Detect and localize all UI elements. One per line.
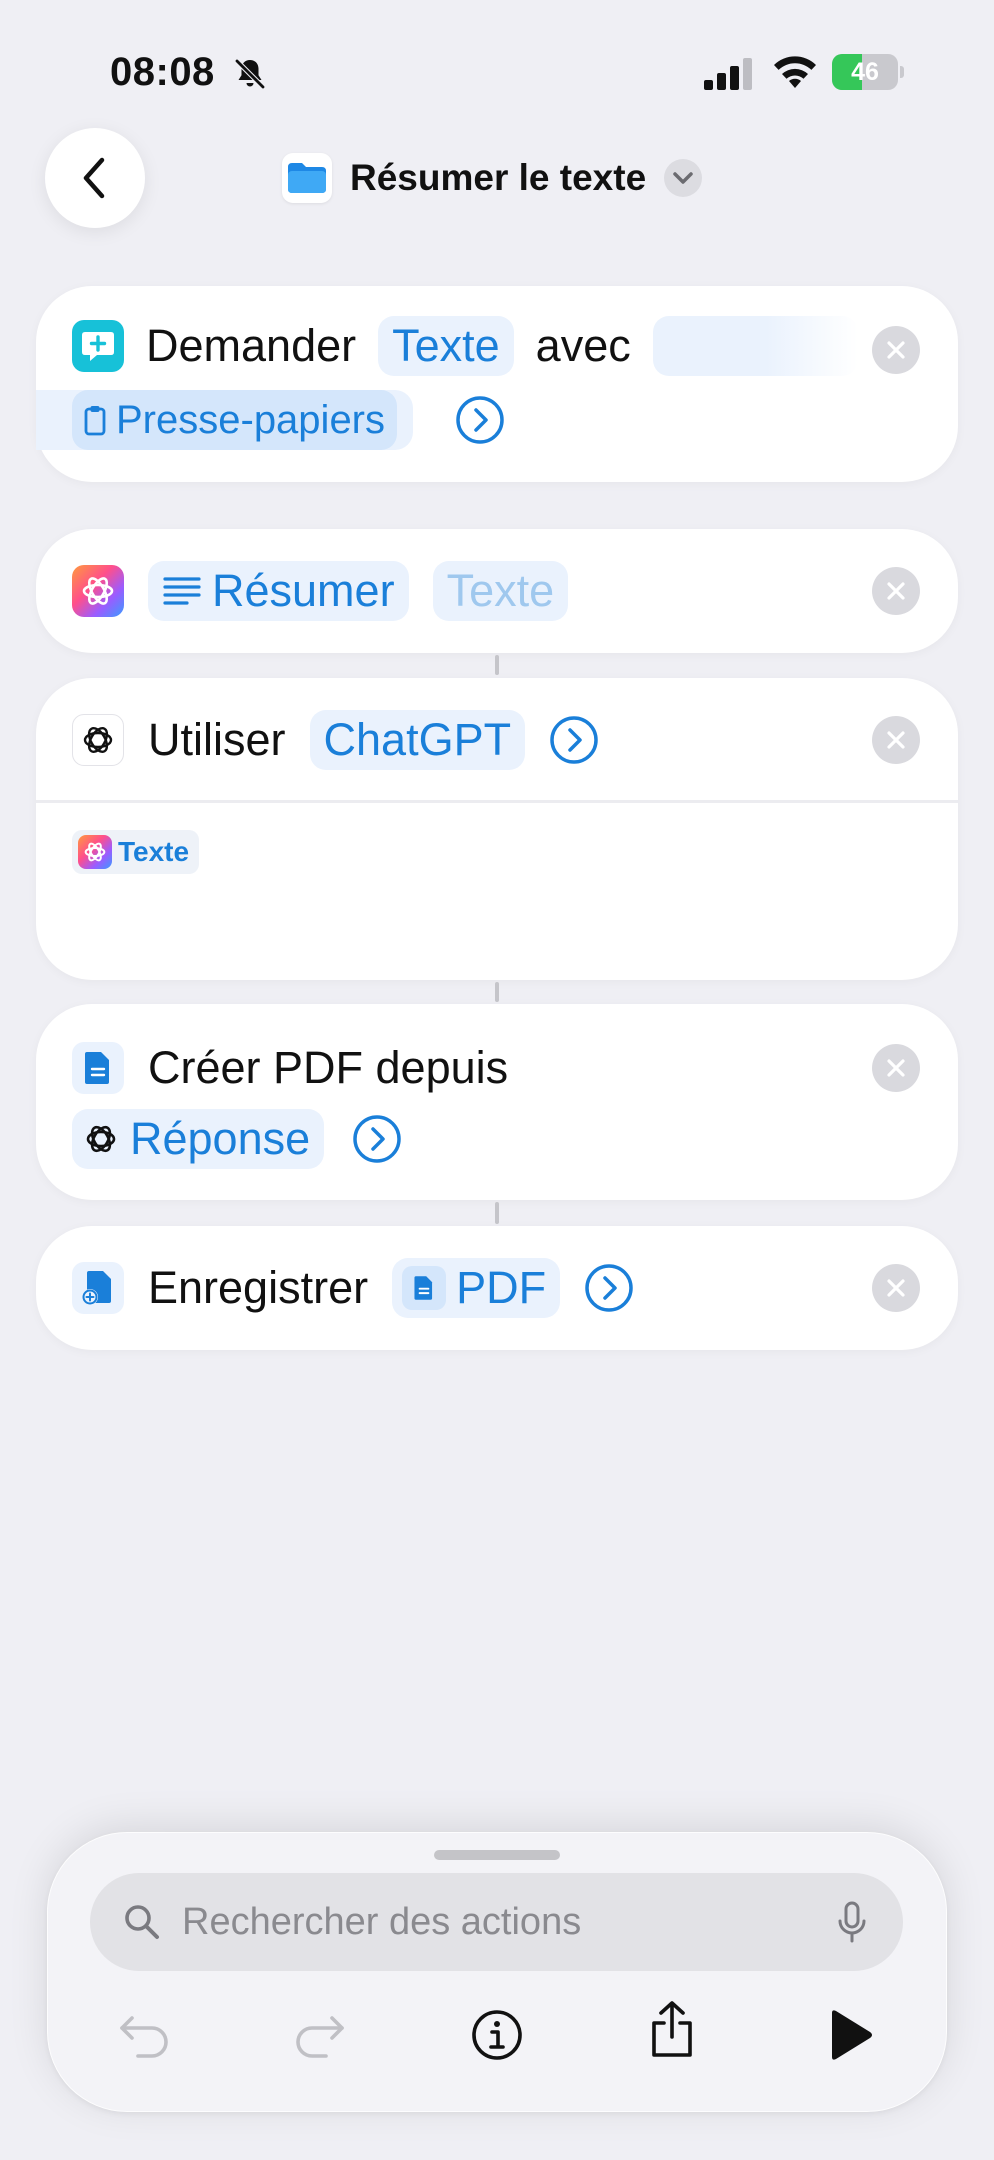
clipboard-label: Presse-papiers [116,397,386,442]
run-shortcut-button[interactable] [815,2000,885,2070]
action-connector: avec [535,320,631,371]
search-bar[interactable] [90,1873,903,1971]
shortcut-title: Résumer le texte [350,157,647,198]
action-save-file[interactable]: Enregistrer PDF [36,1226,958,1350]
redo-icon [296,2016,344,2058]
action-summarize[interactable]: Résumer Texte [36,529,958,653]
pdf-chip[interactable]: PDF [392,1258,561,1318]
undo-button[interactable] [110,2000,180,2070]
action-verb: Utiliser [148,714,286,765]
apple-intelligence-icon [72,565,124,617]
response-label: Réponse [130,1113,311,1164]
parameter-type-chip[interactable]: Texte [378,316,514,376]
info-button[interactable] [462,2000,532,2070]
remove-action-button[interactable] [872,326,920,374]
text-lines-icon [163,577,201,605]
input-token-chip[interactable]: Texte [72,830,200,874]
document-icon [402,1266,447,1310]
back-button[interactable] [45,128,145,228]
action-verb: Résumer [212,565,395,616]
chevron-left-icon [83,157,105,199]
close-icon [887,1059,905,1077]
ask-input-icon [72,320,124,372]
response-chip[interactable]: Réponse [72,1109,325,1169]
chatgpt-icon [86,1125,116,1153]
close-icon [887,1279,905,1297]
chatgpt-icon [72,714,124,766]
remove-action-button[interactable] [872,1044,920,1092]
search-icon [125,1905,159,1939]
wifi-icon [774,56,816,88]
cellular-signal-icon [704,58,752,90]
action-connector-line [495,655,499,675]
remove-action-button[interactable] [872,716,920,764]
battery-level: 46 [851,58,879,86]
action-ask-for-input[interactable]: Demander Texte avec Presse-papiers [36,286,958,482]
action-connector-line [495,982,499,1002]
undo-icon [120,2016,168,2058]
play-icon [832,2010,872,2060]
chevron-right-circle-icon[interactable] [352,1114,402,1164]
share-icon [652,2001,692,2057]
divider [36,800,958,803]
share-button[interactable] [637,1994,707,2064]
status-time: 08:08 [110,50,215,94]
pdf-label: PDF [456,1262,547,1313]
battery-charging-icon: 46 [832,54,904,90]
chevron-right-circle-icon[interactable] [455,395,505,445]
action-use-chatgpt[interactable]: Utiliser ChatGPT Texte [36,678,958,980]
summarize-chip[interactable]: Résumer [148,561,409,621]
remove-action-button[interactable] [872,567,920,615]
action-verb: Créer PDF depuis [148,1042,509,1093]
document-icon [72,1042,124,1094]
info-icon [472,2010,522,2060]
remove-action-button[interactable] [872,1264,920,1312]
save-document-icon [72,1262,124,1314]
search-input[interactable] [182,1900,802,1944]
microphone-icon[interactable] [837,1901,867,1943]
chevron-right-circle-icon[interactable] [549,715,599,765]
redo-button[interactable] [284,2000,354,2070]
chevron-down-icon[interactable] [664,159,703,197]
close-icon [887,341,905,359]
chevron-right-circle-icon[interactable] [584,1263,634,1313]
clipboard-icon [84,406,106,436]
folder-icon [282,153,332,203]
bell-slash-icon [235,59,265,89]
apple-intelligence-icon [78,835,112,869]
parameter-text-chip[interactable]: Texte [432,561,569,621]
sheet-grabber[interactable] [434,1850,560,1860]
close-icon [887,582,905,600]
close-icon [887,731,905,749]
action-verb: Enregistrer [148,1262,369,1313]
default-answer-field[interactable] [652,316,858,376]
shortcut-title-menu[interactable]: Résumer le texte [282,150,703,206]
clipboard-input-chip[interactable]: Presse-papiers [36,390,414,450]
action-verb: Demander [146,320,357,371]
model-chip[interactable]: ChatGPT [309,710,526,770]
action-connector-line [495,1202,499,1224]
input-token-label: Texte [118,836,190,867]
action-make-pdf[interactable]: Créer PDF depuis Réponse [36,1004,958,1200]
